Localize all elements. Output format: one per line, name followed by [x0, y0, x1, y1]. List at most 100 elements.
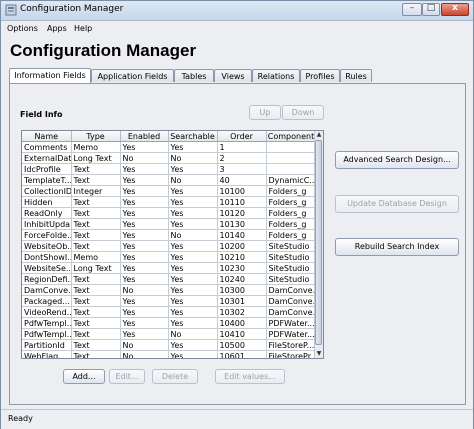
menu-options[interactable]: Options	[7, 24, 38, 33]
table-row[interactable]: ForceFolde... Text Yes No 10140 Folders_g	[22, 229, 317, 241]
cell-searchable[interactable]: Yes	[168, 350, 218, 358]
cell-type[interactable]: Text	[71, 317, 121, 329]
down-button[interactable]: Down	[282, 105, 324, 120]
cell-order[interactable]: 10140	[217, 229, 267, 241]
column-header-searchable[interactable]: Searchable	[168, 131, 218, 142]
column-header-name[interactable]: Name	[22, 131, 72, 142]
cell-order[interactable]: 10230	[217, 262, 267, 274]
cell-enabled[interactable]: Yes	[120, 273, 169, 285]
cell-name[interactable]: ReadOnly	[22, 207, 72, 219]
cell-name[interactable]: PartitionId	[22, 339, 72, 351]
cell-searchable[interactable]: No	[168, 229, 218, 241]
menu-apps[interactable]: Apps	[47, 24, 67, 33]
cell-name[interactable]: PdfwTempl...	[22, 328, 72, 340]
cell-enabled[interactable]: Yes	[120, 163, 169, 175]
cell-component[interactable]: DamConve...	[266, 295, 317, 307]
cell-enabled[interactable]: Yes	[120, 251, 169, 263]
cell-name[interactable]: IdcProfile	[22, 163, 72, 175]
cell-name[interactable]: WebsiteSe...	[22, 262, 72, 274]
cell-order[interactable]: 10110	[217, 196, 267, 208]
cell-enabled[interactable]: Yes	[120, 218, 169, 230]
cell-component[interactable]: SiteStudio	[266, 273, 317, 285]
cell-component[interactable]: PDFWater...	[266, 328, 317, 340]
cell-enabled[interactable]: Yes	[120, 317, 169, 329]
cell-enabled[interactable]: Yes	[120, 207, 169, 219]
cell-searchable[interactable]: No	[168, 328, 218, 340]
table-row[interactable]: Comments Memo Yes Yes 1	[22, 141, 317, 153]
table-row[interactable]: PdfwTempl... Text Yes No 10410 PDFWater...	[22, 328, 317, 340]
cell-order[interactable]: 1	[217, 141, 267, 153]
tab-profiles[interactable]: Profiles	[300, 69, 340, 82]
cell-type[interactable]: Text	[71, 207, 121, 219]
cell-type[interactable]: Memo	[71, 251, 121, 263]
table-row[interactable]: PdfwTempl... Text Yes Yes 10400 PDFWater...	[22, 317, 317, 329]
cell-name[interactable]: RegionDefi...	[22, 273, 72, 285]
cell-type[interactable]: Text	[71, 163, 121, 175]
column-header-enabled[interactable]: Enabled	[120, 131, 169, 142]
cell-enabled[interactable]: Yes	[120, 328, 169, 340]
table-row[interactable]: DontShowI... Memo Yes Yes 10210 SiteStudio	[22, 251, 317, 263]
cell-type[interactable]: Text	[71, 273, 121, 285]
cell-enabled[interactable]: Yes	[120, 196, 169, 208]
table-row[interactable]: RegionDefi... Text Yes Yes 10240 SiteStudio	[22, 273, 317, 285]
cell-type[interactable]: Long Text	[71, 262, 121, 274]
up-button[interactable]: Up	[249, 105, 281, 120]
cell-enabled[interactable]: Yes	[120, 262, 169, 274]
cell-searchable[interactable]: Yes	[168, 295, 218, 307]
cell-searchable[interactable]: Yes	[168, 185, 218, 197]
cell-searchable[interactable]: Yes	[168, 141, 218, 153]
table-row[interactable]: Packaged... Text Yes Yes 10301 DamConve...	[22, 295, 317, 307]
cell-type[interactable]: Text	[71, 196, 121, 208]
cell-type[interactable]: Text	[71, 240, 121, 252]
cell-type[interactable]: Text	[71, 328, 121, 340]
cell-enabled[interactable]: Yes	[120, 229, 169, 241]
cell-order[interactable]: 10200	[217, 240, 267, 252]
table-row[interactable]: PartitionId Text No Yes 10500 FileStoreP...	[22, 339, 317, 351]
cell-name[interactable]: CollectionID	[22, 185, 72, 197]
cell-name[interactable]: VideoRend...	[22, 306, 72, 318]
rebuild-search-index-button[interactable]: Rebuild Search Index	[335, 238, 459, 256]
cell-component[interactable]: PDFWater...	[266, 317, 317, 329]
cell-name[interactable]: DamConve...	[22, 284, 72, 296]
cell-searchable[interactable]: Yes	[168, 207, 218, 219]
cell-order[interactable]: 10301	[217, 295, 267, 307]
cell-type[interactable]: Text	[71, 339, 121, 351]
cell-type[interactable]: Text	[71, 174, 121, 186]
cell-name[interactable]: Packaged...	[22, 295, 72, 307]
tab-views[interactable]: Views	[214, 69, 252, 82]
table-row[interactable]: InhibitUpda...TextYesYes10130Folders_g	[22, 218, 317, 230]
cell-type[interactable]: Text	[71, 218, 121, 230]
cell-name[interactable]: TemplateT...	[22, 174, 72, 186]
cell-type[interactable]: Long Text	[71, 152, 121, 164]
cell-type[interactable]: Integer	[71, 185, 121, 197]
cell-enabled[interactable]: Yes	[120, 306, 169, 318]
cell-searchable[interactable]: Yes	[168, 240, 218, 252]
cell-enabled[interactable]: Yes	[120, 141, 169, 153]
maximize-button[interactable]: □	[422, 3, 440, 16]
cell-searchable[interactable]: No	[168, 152, 218, 164]
cell-enabled[interactable]: Yes	[120, 174, 169, 186]
cell-component[interactable]: Folders_g	[266, 229, 317, 241]
cell-type[interactable]: Text	[71, 284, 121, 296]
table-row[interactable]: DamConve... Text No Yes 10300 DamConve...	[22, 284, 317, 296]
delete-button[interactable]: Delete	[152, 369, 198, 384]
edit-button[interactable]: Edit...	[109, 369, 145, 384]
table-vertical-scrollbar[interactable]: ▲ ▼	[314, 131, 323, 358]
cell-component[interactable]: SiteStudio	[266, 262, 317, 274]
menu-help[interactable]: Help	[74, 24, 92, 33]
table-row[interactable]: ExternalDat...Long TextNoNo2	[22, 152, 317, 164]
cell-component[interactable]	[266, 163, 317, 175]
cell-order[interactable]: 10130	[217, 218, 267, 230]
advanced-search-design-button[interactable]: Advanced Search Design...	[335, 151, 459, 169]
cell-searchable[interactable]: Yes	[168, 251, 218, 263]
cell-component[interactable]: FileStorePr...	[266, 350, 317, 358]
cell-order[interactable]: 3	[217, 163, 267, 175]
cell-searchable[interactable]: Yes	[168, 284, 218, 296]
cell-enabled[interactable]: No	[120, 350, 169, 358]
column-header-order[interactable]: Order	[217, 131, 267, 142]
table-row[interactable]: VideoRend... Text Yes Yes 10302 DamConve...	[22, 306, 317, 318]
cell-enabled[interactable]: Yes	[120, 295, 169, 307]
cell-searchable[interactable]: Yes	[168, 163, 218, 175]
tab-rules[interactable]: Rules	[340, 69, 372, 82]
cell-searchable[interactable]: Yes	[168, 218, 218, 230]
